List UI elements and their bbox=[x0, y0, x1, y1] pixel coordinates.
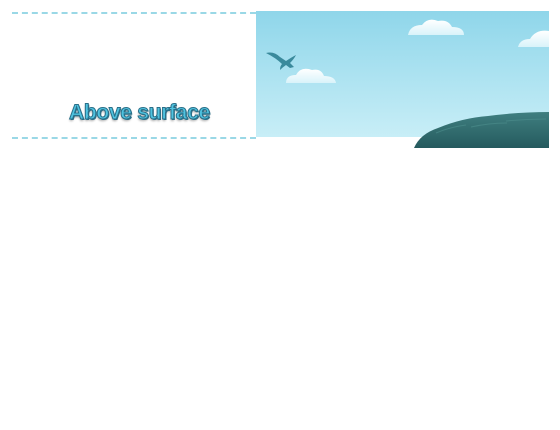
section-label: Above surface bbox=[69, 101, 211, 125]
sky-scene bbox=[256, 11, 549, 148]
page: Above surface bbox=[0, 0, 560, 430]
section-label-panel: Above surface bbox=[0, 12, 256, 138]
sky-scene-illustration bbox=[256, 11, 549, 148]
